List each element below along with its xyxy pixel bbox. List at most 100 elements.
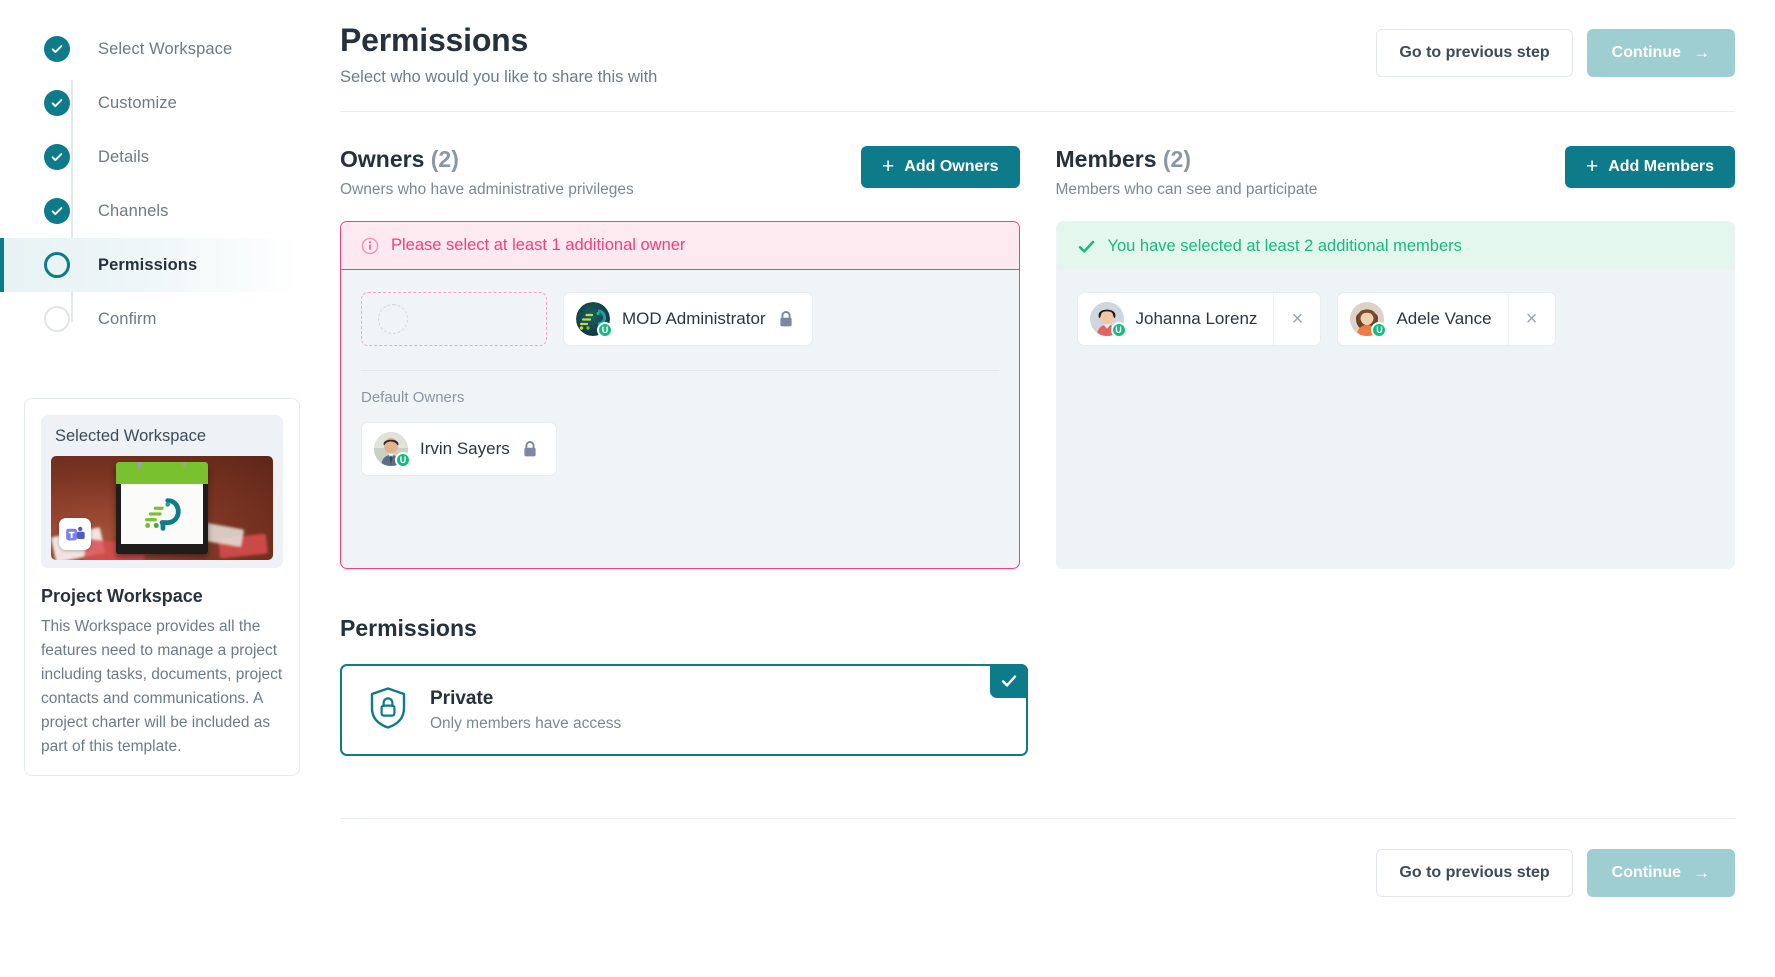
owners-panel-body: U MOD Administrator Default Owners U Irv… <box>341 270 1019 568</box>
workspace-card-eyebrow: Selected Workspace <box>55 427 207 445</box>
owners-header-text: Owners (2) Owners who have administrativ… <box>340 146 634 199</box>
remove-member-button[interactable]: × <box>1507 293 1555 345</box>
sidebar-step-select-workspace[interactable]: Select Workspace <box>0 22 300 76</box>
owners-error-text: Please select at least 1 additional owne… <box>391 236 686 254</box>
members-panel: You have selected at least 2 additional … <box>1055 221 1735 569</box>
arrow-right-icon: → <box>1693 43 1710 62</box>
presence-badge: U <box>395 452 411 468</box>
sidebar-step-confirm[interactable]: Confirm <box>0 292 300 346</box>
members-header: Members (2) Members who can see and part… <box>1056 146 1735 199</box>
permissions-wizard-page: Select Workspace Customize Details Chann… <box>0 0 1775 977</box>
permission-option-text: Private Only members have access <box>430 688 621 733</box>
members-subtitle: Members who can see and participate <box>1055 181 1318 198</box>
lock-icon <box>522 440 538 458</box>
plus-icon: + <box>1585 154 1599 178</box>
step-check-icon <box>44 90 70 116</box>
info-circle-icon <box>361 237 379 254</box>
owners-chip-row: U MOD Administrator <box>361 292 999 346</box>
page-header-text: Permissions Select who would you like to… <box>340 22 657 87</box>
member-chip-name: Johanna Lorenz <box>1135 309 1258 328</box>
sidebar-step-channels[interactable]: Channels <box>0 184 300 238</box>
empty-avatar-placeholder-icon <box>378 304 408 334</box>
step-check-icon <box>44 144 70 170</box>
owners-error-banner: Please select at least 1 additional owne… <box>341 222 1019 270</box>
members-chip-row: U Johanna Lorenz × U Adele Vance × <box>1076 292 1715 346</box>
owner-chip-name: Irvin Sayers <box>420 439 510 458</box>
workspace-notepad-graphic <box>116 462 208 554</box>
avatar: U <box>374 432 411 468</box>
sidebar-step-permissions[interactable]: Permissions <box>0 238 300 292</box>
remove-member-button[interactable]: × <box>1273 293 1321 345</box>
owner-chip-irvin-sayers[interactable]: U Irvin Sayers <box>361 422 557 476</box>
page-subtitle: Select who would you like to share this … <box>340 68 658 86</box>
workspace-logo-icon <box>145 498 181 531</box>
sidebar-step-label: Details <box>98 147 150 166</box>
workspace-thumbnail-image <box>51 456 273 560</box>
avatar: U <box>576 302 613 338</box>
sidebar-step-label: Customize <box>98 93 177 112</box>
main-content: Permissions Select who would you like to… <box>300 0 1775 977</box>
owner-chip-mod-administrator[interactable]: U MOD Administrator <box>563 292 813 346</box>
workspace-card-description: This Workspace provides all the features… <box>41 618 283 756</box>
avatar: U <box>1350 302 1388 338</box>
owners-members-columns: Owners (2) Owners who have administrativ… <box>340 146 1735 569</box>
member-chip-adele-vance[interactable]: U Adele Vance × <box>1337 292 1556 346</box>
add-owners-label: Add Owners <box>904 158 999 175</box>
presence-badge: U <box>1110 322 1127 338</box>
continue-button-top[interactable]: Continue → <box>1586 29 1735 77</box>
sidebar-step-customize[interactable]: Customize <box>0 76 300 130</box>
arrow-right-icon: → <box>1693 863 1710 882</box>
sidebar-step-details[interactable]: Details <box>0 130 300 184</box>
wizard-sidebar: Select Workspace Customize Details Chann… <box>0 0 300 977</box>
check-icon <box>1078 240 1094 253</box>
selected-workspace-card: Selected Workspace Project Workspace Thi… <box>24 398 300 777</box>
owners-header: Owners (2) Owners who have administrativ… <box>340 146 1020 199</box>
add-members-label: Add Members <box>1608 158 1714 175</box>
sidebar-step-label: Permissions <box>98 255 198 274</box>
presence-badge: U <box>1371 322 1388 338</box>
owners-title-label: Owners <box>340 146 425 172</box>
wizard-stepper: Select Workspace Customize Details Chann… <box>0 22 300 346</box>
members-column: Members (2) Members who can see and part… <box>1055 146 1735 569</box>
sidebar-step-label: Select Workspace <box>98 39 233 58</box>
presence-badge: U <box>597 322 613 338</box>
owners-title: Owners (2) <box>340 146 634 173</box>
microsoft-teams-icon <box>59 518 91 550</box>
member-chip-johanna-lorenz[interactable]: U Johanna Lorenz × <box>1076 292 1322 346</box>
footer-actions: Go to previous step Continue → <box>340 819 1735 897</box>
owners-sub-divider <box>361 370 999 371</box>
members-title-label: Members <box>1055 146 1157 172</box>
step-check-icon <box>44 198 70 224</box>
sidebar-step-label: Confirm <box>98 309 157 328</box>
members-panel-body: U Johanna Lorenz × U Adele Vance × <box>1057 270 1735 568</box>
selected-check-icon <box>990 664 1028 698</box>
member-chip-person: U Adele Vance <box>1338 293 1507 345</box>
go-to-previous-step-button-top[interactable]: Go to previous step <box>1376 29 1573 77</box>
workspace-card-title: Project Workspace <box>41 586 203 606</box>
default-owners-chip-row: U Irvin Sayers <box>361 422 999 476</box>
permissions-heading: Permissions <box>340 615 477 641</box>
owners-count: (2) <box>430 146 459 172</box>
owner-empty-slot[interactable] <box>361 292 547 346</box>
permission-option-description: Only members have access <box>430 714 622 732</box>
add-members-button[interactable]: + Add Members <box>1564 146 1735 188</box>
lock-icon <box>778 310 794 328</box>
header-divider <box>340 111 1735 112</box>
go-to-previous-step-button-bottom[interactable]: Go to previous step <box>1376 849 1573 897</box>
step-check-icon <box>44 36 70 62</box>
continue-button-top-label: Continue <box>1611 44 1681 61</box>
member-chip-person: U Johanna Lorenz <box>1078 293 1274 345</box>
members-header-text: Members (2) Members who can see and part… <box>1056 146 1318 199</box>
continue-button-bottom[interactable]: Continue → <box>1586 849 1735 897</box>
permissions-section: Permissions Private Only members have ac… <box>340 615 1735 756</box>
plus-icon: + <box>882 154 895 178</box>
step-current-circle-icon <box>44 252 70 278</box>
page-title: Permissions <box>340 22 529 58</box>
owners-panel: Please select at least 1 additional owne… <box>340 221 1020 569</box>
workspace-thumbnail-wrap: Selected Workspace <box>41 415 283 568</box>
page-header: Permissions Select who would you like to… <box>340 0 1735 87</box>
permission-option-private[interactable]: Private Only members have access <box>340 664 1028 756</box>
add-owners-button[interactable]: + Add Owners <box>861 146 1020 188</box>
members-success-banner: You have selected at least 2 additional … <box>1056 222 1734 270</box>
avatar: U <box>1089 302 1127 338</box>
